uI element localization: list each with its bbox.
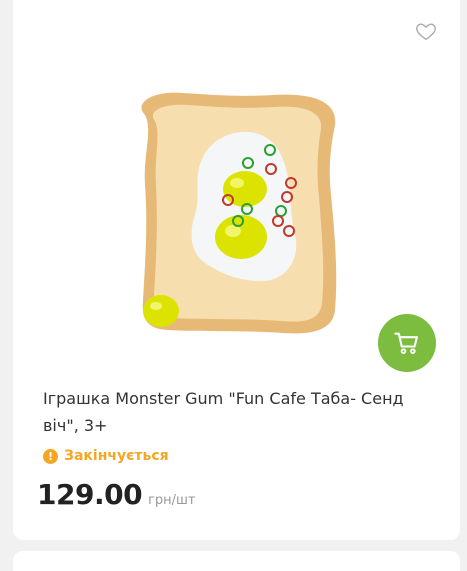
- price-block: 129.00 грн/шт: [37, 478, 196, 511]
- price-unit: грн/шт: [148, 493, 196, 508]
- product-card[interactable]: Іграшка Monster Gum "Fun Cafe Таба- Сенд…: [13, 0, 460, 540]
- exclamation-circle-icon: !: [43, 448, 58, 464]
- price-value: 129.00: [37, 478, 143, 511]
- product-title[interactable]: Іграшка Monster Gum "Fun Cafe Таба- Сенд…: [43, 385, 443, 439]
- favorite-button[interactable]: [415, 20, 437, 42]
- next-product-card: [13, 551, 460, 571]
- product-image[interactable]: [123, 85, 363, 345]
- add-to-cart-button[interactable]: [378, 314, 436, 372]
- cart-icon: [394, 332, 418, 354]
- stock-status-label: Закінчується: [64, 448, 169, 464]
- heart-outline-icon: [416, 23, 436, 41]
- stock-status: ! Закінчується: [43, 446, 169, 466]
